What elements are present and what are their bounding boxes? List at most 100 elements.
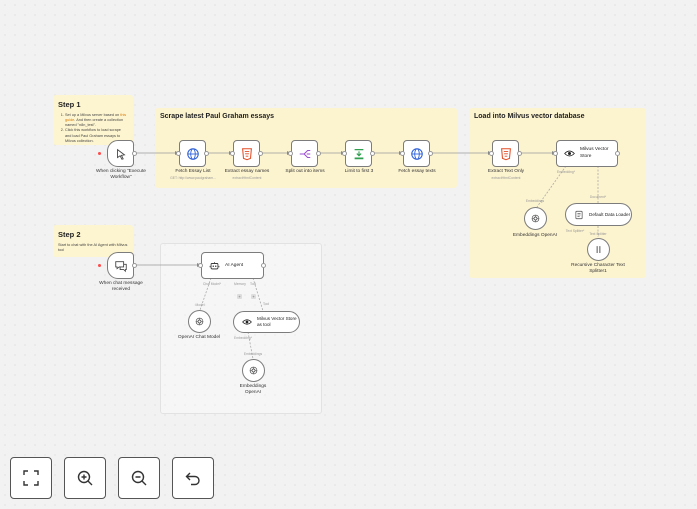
port-label: Tool — [262, 302, 270, 306]
output-handle[interactable] — [204, 151, 209, 156]
limit-node[interactable] — [345, 140, 372, 167]
sticky-text: . And then create a collection named "n8… — [65, 118, 124, 128]
node-label: When chat message received — [99, 281, 143, 292]
node-label: Recursive Character Text Splitter1 — [571, 263, 625, 274]
port-label: Text Splitter — [589, 232, 607, 236]
port-label: Memory — [234, 282, 246, 286]
port-label: Model — [195, 303, 205, 307]
section-title: Scrape latest Paul Graham essays — [160, 113, 275, 120]
fetch-essay-texts-node[interactable] — [403, 140, 430, 167]
section-title: Load into Milvus vector database — [474, 113, 585, 120]
output-handle[interactable] — [316, 151, 321, 156]
input-handle[interactable] — [176, 151, 181, 156]
node-label: Fetch essay texts — [398, 169, 436, 174]
port-label: Tool — [249, 282, 257, 286]
port-label: Text Splitter* — [565, 229, 585, 233]
splitter-icon — [596, 246, 601, 253]
sticky-text: Set up a Milvus server based on — [65, 113, 121, 117]
eye-icon — [564, 150, 575, 157]
fit-view-icon — [23, 470, 39, 486]
undo-icon — [185, 472, 200, 486]
robot-icon — [209, 262, 220, 270]
milvus-vector-store-node[interactable]: Milvus Vector Store — [556, 140, 618, 167]
zoom-in-icon — [77, 470, 93, 486]
input-handle[interactable] — [198, 263, 203, 268]
add-memory-button[interactable]: + — [237, 294, 242, 299]
node-label: Fetch Essay List — [175, 169, 211, 174]
output-handle[interactable] — [615, 151, 620, 156]
section-load: Load into Milvus vector database — [469, 108, 646, 278]
output-handle[interactable] — [132, 263, 137, 268]
port-label: Embedding* — [557, 170, 575, 174]
zoom-in-button[interactable] — [64, 457, 106, 499]
sticky-heading: Step 1 — [58, 100, 81, 109]
trigger-indicator — [98, 264, 101, 267]
output-handle[interactable] — [428, 151, 433, 156]
embeddings-openai-node[interactable] — [524, 207, 547, 230]
ai-agent-node[interactable]: AI Agent — [201, 252, 264, 279]
eye-icon — [242, 319, 252, 325]
extract-text-node[interactable] — [492, 140, 519, 167]
node-label: Milvus Vector Store — [580, 147, 609, 159]
port-label: Embeddings — [243, 352, 263, 356]
split-icon — [299, 149, 310, 158]
input-handle[interactable] — [230, 151, 235, 156]
html5-icon — [241, 147, 252, 160]
input-handle[interactable] — [489, 151, 494, 156]
document-icon — [575, 210, 583, 219]
openai-icon — [195, 317, 204, 326]
undo-button[interactable] — [172, 457, 214, 499]
sticky-note-step1: Step 1 Set up a Milvus server based on t… — [53, 95, 133, 145]
default-data-loader-node[interactable]: Default Data Loader — [565, 203, 632, 226]
zoom-out-icon — [131, 470, 147, 486]
split-out-node[interactable] — [291, 140, 318, 167]
output-handle[interactable] — [261, 263, 266, 268]
limit-icon — [354, 148, 363, 159]
output-handle[interactable] — [517, 151, 522, 156]
port-label: Chat Model* — [202, 282, 222, 286]
html5-icon — [500, 147, 511, 160]
milvus-tool-node[interactable]: Milvus Vector Store as tool — [233, 311, 300, 333]
zoom-out-button[interactable] — [118, 457, 160, 499]
node-label: Limit to first 3 — [344, 169, 374, 174]
node-label: OpenAI Chat Model — [177, 335, 221, 340]
output-handle[interactable] — [370, 151, 375, 156]
trigger-indicator — [98, 152, 101, 155]
globe-icon — [186, 147, 199, 160]
text-splitter-node[interactable] — [587, 238, 610, 261]
node-label: Extract Text Only — [487, 169, 525, 174]
input-handle[interactable] — [400, 151, 405, 156]
cursor-click-icon — [116, 148, 126, 160]
input-handle[interactable] — [288, 151, 293, 156]
node-label: Extract essay names — [224, 169, 270, 174]
output-handle[interactable] — [132, 151, 137, 156]
port-label: Embedding* — [234, 336, 252, 340]
node-label: Split out into items — [285, 169, 325, 174]
chat-trigger-node[interactable] — [107, 252, 134, 279]
node-label: When clicking "Execute Workflow" — [96, 169, 146, 180]
node-subtitle: extractHtmlContent — [491, 176, 521, 180]
node-label: Milvus Vector Store as tool — [257, 316, 297, 327]
fit-view-button[interactable] — [10, 457, 52, 499]
input-handle[interactable] — [553, 151, 558, 156]
node-subtitle: extractHtmlContent — [232, 176, 262, 180]
node-label: Default Data Loader — [589, 211, 631, 217]
openai-icon — [531, 214, 540, 223]
extract-essay-names-node[interactable] — [233, 140, 260, 167]
input-handle[interactable] — [342, 151, 347, 156]
node-label: Embeddings OpenAI — [239, 384, 267, 395]
add-tool-button[interactable]: + — [251, 294, 256, 299]
openai-chat-model-node[interactable] — [188, 310, 211, 333]
node-label: Embeddings OpenAI — [512, 233, 558, 238]
fetch-essay-list-node[interactable] — [179, 140, 206, 167]
node-subtitle: GET: http://www.paulgraham... — [170, 176, 216, 180]
manual-trigger-node[interactable] — [107, 140, 134, 167]
port-label: Embeddings — [525, 199, 545, 203]
embeddings-openai-2-node[interactable] — [242, 359, 265, 382]
output-handle[interactable] — [258, 151, 263, 156]
node-label: AI Agent — [225, 263, 244, 268]
openai-icon — [249, 366, 258, 375]
globe-icon — [410, 147, 423, 160]
chat-icon — [114, 260, 127, 272]
sticky-heading: Step 2 — [58, 230, 81, 239]
